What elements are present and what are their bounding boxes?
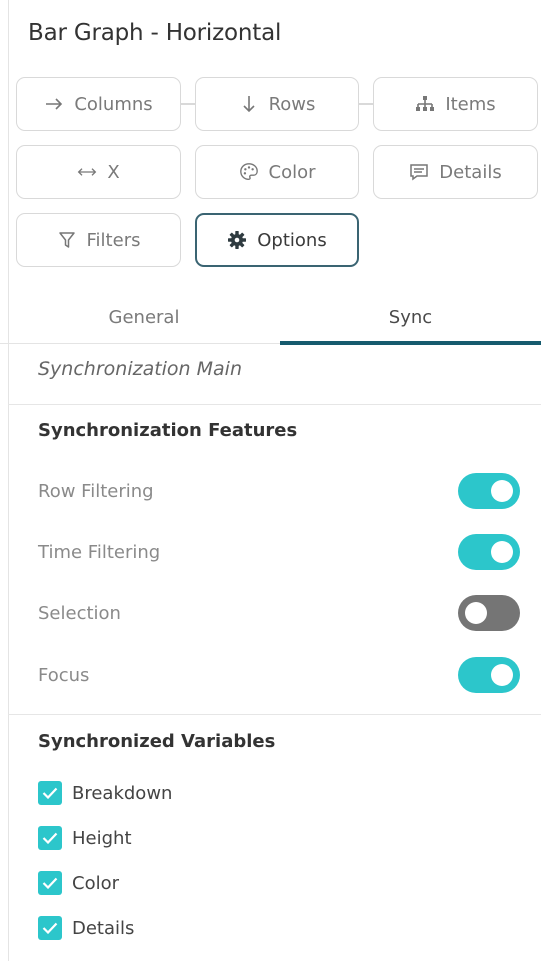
toggle-knob: [491, 480, 513, 502]
time-filtering-toggle[interactable]: [458, 534, 520, 570]
filters-label: Filters: [86, 229, 141, 251]
options-button[interactable]: Options: [195, 213, 359, 267]
section-title: Synchronization Main: [38, 358, 242, 380]
focus-label: Focus: [38, 665, 90, 686]
toggle-knob: [491, 541, 513, 563]
toggle-knob: [491, 664, 513, 686]
checkbox-label: Breakdown: [72, 782, 173, 804]
row-filtering-label: Row Filtering: [38, 481, 154, 502]
tab-bar: General Sync: [0, 290, 541, 345]
details-label: Details: [439, 161, 502, 183]
toggle-knob: [465, 602, 487, 624]
tab-general[interactable]: General: [8, 290, 280, 344]
arrow-horizontal-icon: [77, 162, 97, 182]
rows-button[interactable]: Rows: [195, 77, 359, 131]
checkbox-label: Details: [72, 917, 135, 939]
columns-button[interactable]: Columns: [16, 77, 181, 131]
columns-label: Columns: [74, 93, 153, 115]
row-filtering-toggle[interactable]: [458, 473, 520, 509]
checkbox[interactable]: [38, 826, 62, 850]
checkbox[interactable]: [38, 781, 62, 805]
panel-title: Bar Graph - Horizontal: [28, 20, 282, 46]
connector: [359, 103, 373, 105]
arrow-right-icon: [44, 94, 64, 114]
divider: [8, 714, 541, 715]
items-button[interactable]: Items: [373, 77, 538, 131]
checkbox-label: Color: [72, 872, 119, 894]
gear-icon: [227, 230, 247, 250]
items-label: Items: [445, 93, 496, 115]
checkbox[interactable]: [38, 871, 62, 895]
details-button[interactable]: Details: [373, 145, 538, 199]
variables-heading: Synchronized Variables: [38, 731, 276, 752]
breakdown-checkbox-row[interactable]: Breakdown: [38, 781, 172, 805]
color-button[interactable]: Color: [195, 145, 359, 199]
palette-icon: [239, 162, 259, 182]
filter-icon: [57, 230, 77, 250]
hierarchy-icon: [415, 94, 435, 114]
x-button[interactable]: X: [16, 145, 181, 199]
checkbox-label: Height: [72, 827, 132, 849]
height-checkbox-row[interactable]: Height: [38, 826, 132, 850]
time-filtering-label: Time Filtering: [38, 542, 161, 563]
color-label: Color: [268, 161, 316, 183]
color-checkbox-row[interactable]: Color: [38, 871, 119, 895]
options-label: Options: [257, 229, 327, 251]
features-heading: Synchronization Features: [38, 420, 298, 441]
divider: [8, 404, 541, 405]
connector: [181, 103, 195, 105]
filters-button[interactable]: Filters: [16, 213, 181, 267]
selection-toggle[interactable]: [458, 595, 520, 631]
checkbox[interactable]: [38, 916, 62, 940]
x-label: X: [107, 161, 120, 183]
details-checkbox-row[interactable]: Details: [38, 916, 134, 940]
tab-sync[interactable]: Sync: [280, 290, 541, 345]
comment-icon: [409, 162, 429, 182]
focus-toggle[interactable]: [458, 657, 520, 693]
arrow-down-icon: [239, 94, 259, 114]
selection-label: Selection: [38, 603, 121, 624]
rows-label: Rows: [268, 93, 316, 115]
